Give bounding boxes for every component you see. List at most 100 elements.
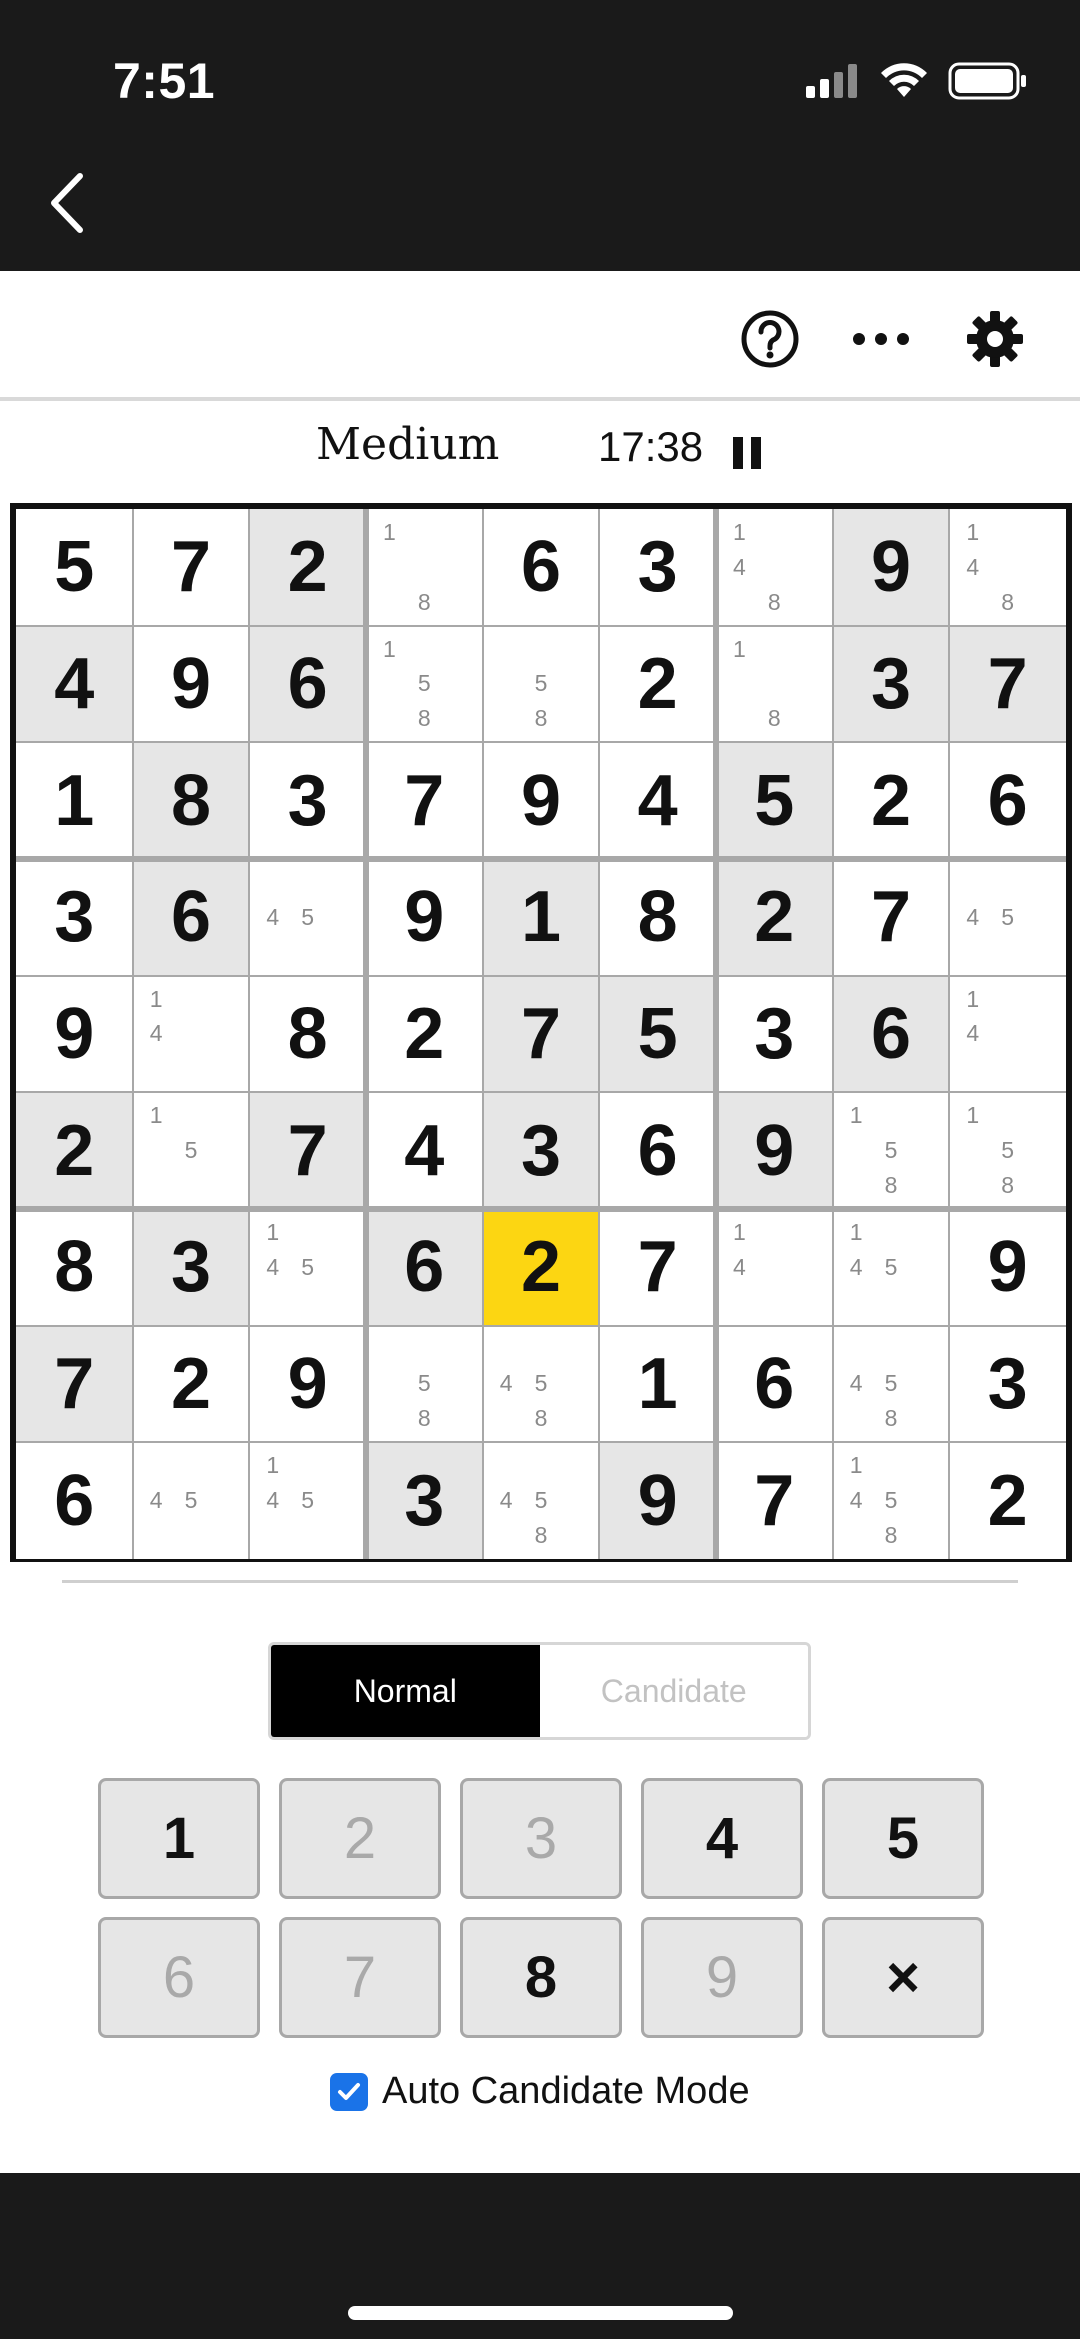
settings-button[interactable] [963,307,1027,371]
sudoku-cell[interactable]: 3 [949,1325,1066,1443]
erase-key[interactable]: × [822,1917,984,2038]
sudoku-cell[interactable]: 9 [249,1325,366,1443]
sudoku-cell[interactable]: 6 [482,509,600,626]
auto-candidate-toggle[interactable]: Auto Candidate Mode [330,2070,750,2113]
sudoku-cell[interactable]: 14 [949,975,1066,1093]
sudoku-cell[interactable]: 14 [716,1209,833,1326]
sudoku-cell[interactable]: 8 [16,1209,133,1326]
candidate-mode-button[interactable]: Candidate [539,1645,808,1737]
sudoku-cell[interactable]: 2 [832,742,950,859]
sudoku-cell[interactable]: 1 [16,742,133,859]
more-options-button[interactable] [849,307,913,371]
sudoku-cell[interactable]: 6 [366,1209,483,1326]
sudoku-cell[interactable]: 9 [599,1442,716,1559]
help-button[interactable] [738,307,802,371]
number-key-4[interactable]: 4 [641,1778,803,1899]
sudoku-cell[interactable]: 2 [132,1325,250,1443]
sudoku-cell[interactable]: 3 [249,742,366,859]
number-key-9[interactable]: 9 [641,1917,803,2038]
sudoku-cell[interactable]: 5 [599,975,716,1093]
pause-button[interactable] [733,437,763,469]
sudoku-cell[interactable]: 6 [716,1325,833,1443]
sudoku-cell[interactable]: 15 8 [366,625,483,743]
sudoku-cell[interactable]: 7 [366,742,483,859]
sudoku-cell[interactable]: 2 [366,975,483,1093]
sudoku-cell[interactable]: 2 [949,1442,1066,1559]
sudoku-cell[interactable]: 2 [716,859,833,976]
sudoku-cell[interactable]: 1 45 [832,1209,950,1326]
sudoku-cell[interactable]: 9 [832,509,950,626]
sudoku-cell[interactable]: 3 [832,625,950,743]
sudoku-cell[interactable]: 9 [132,625,250,743]
sudoku-cell[interactable]: 6 [949,742,1066,859]
sudoku-cell[interactable]: 1 45 8 [832,1442,950,1559]
normal-mode-button[interactable]: Normal [271,1645,540,1737]
sudoku-cell[interactable]: 1 [482,859,600,976]
number-key-2[interactable]: 2 [279,1778,441,1899]
sudoku-cell[interactable]: 45 [249,859,366,976]
sudoku-cell[interactable]: 9 [16,975,133,1093]
sudoku-cell[interactable]: 3 [132,1209,250,1326]
sudoku-cell[interactable]: 45 8 [482,1442,600,1559]
sudoku-cell[interactable]: 7 [949,625,1066,743]
sudoku-cell[interactable]: 4 [366,1092,483,1209]
sudoku-cell[interactable]: 6 [132,859,250,976]
sudoku-cell[interactable]: 6 [832,975,950,1093]
sudoku-cell[interactable]: 9 [366,859,483,976]
sudoku-cell[interactable]: 7 [599,1209,716,1326]
sudoku-cell[interactable]: 6 [249,625,366,743]
sudoku-cell[interactable]: 58 [366,1325,483,1443]
sudoku-cell[interactable]: 15 [132,1092,250,1209]
number-key-6[interactable]: 6 [98,1917,260,2038]
sudoku-cell[interactable]: 9 [482,742,600,859]
sudoku-cell[interactable]: 4 [16,625,133,743]
sudoku-cell[interactable]: 2 [249,509,366,626]
sudoku-cell[interactable]: 45 [132,1442,250,1559]
number-key-5[interactable]: 5 [822,1778,984,1899]
sudoku-cell[interactable]: 7 [716,1442,833,1559]
sudoku-cell[interactable]: 3 [716,975,833,1093]
sudoku-cell[interactable]: 8 [599,859,716,976]
sudoku-cell[interactable]: 2 [482,1209,600,1326]
sudoku-cell[interactable]: 15 8 [949,1092,1066,1209]
sudoku-cell[interactable]: 7 [249,1092,366,1209]
sudoku-cell[interactable]: 8 [249,975,366,1093]
sudoku-cell[interactable]: 2 [16,1092,133,1209]
sudoku-cell[interactable]: 7 [482,975,600,1093]
sudoku-cell[interactable]: 6 [16,1442,133,1559]
sudoku-cell[interactable]: 7 [16,1325,133,1443]
sudoku-cell[interactable]: 14 [132,975,250,1093]
number-key-8[interactable]: 8 [460,1917,622,2038]
number-key-7[interactable]: 7 [279,1917,441,2038]
sudoku-cell[interactable]: 5 [16,509,133,626]
sudoku-cell[interactable]: 3 [599,509,716,626]
sudoku-cell[interactable]: 7 [132,509,250,626]
sudoku-cell[interactable]: 1 [599,1325,716,1443]
sudoku-cell[interactable]: 18 [366,509,483,626]
sudoku-cell[interactable]: 1 45 [249,1442,366,1559]
sudoku-cell[interactable]: 3 [366,1442,483,1559]
sudoku-cell[interactable]: 2 [599,625,716,743]
number-key-3[interactable]: 3 [460,1778,622,1899]
sudoku-cell[interactable]: 7 [832,859,950,976]
sudoku-cell[interactable]: 1 48 [949,509,1066,626]
sudoku-cell[interactable]: 45 8 [482,1325,600,1443]
sudoku-cell[interactable]: 3 [482,1092,600,1209]
sudoku-cell[interactable]: 9 [716,1092,833,1209]
sudoku-cell[interactable]: 45 8 [832,1325,950,1443]
number-key-1[interactable]: 1 [98,1778,260,1899]
sudoku-cell[interactable]: 5 [716,742,833,859]
sudoku-cell[interactable]: 3 [16,859,133,976]
sudoku-cell[interactable]: 1 45 [249,1209,366,1326]
sudoku-cell[interactable]: 8 [132,742,250,859]
back-button[interactable] [44,168,94,238]
sudoku-cell[interactable]: 15 8 [832,1092,950,1209]
sudoku-cell[interactable]: 6 [599,1092,716,1209]
sudoku-cell[interactable]: 58 [482,625,600,743]
sudoku-cell[interactable]: 9 [949,1209,1066,1326]
sudoku-cell[interactable]: 4 [599,742,716,859]
auto-candidate-checkbox[interactable] [330,2072,368,2111]
sudoku-cell[interactable]: 1 48 [716,509,833,626]
home-indicator[interactable] [348,2306,733,2320]
sudoku-cell[interactable]: 18 [716,625,833,743]
